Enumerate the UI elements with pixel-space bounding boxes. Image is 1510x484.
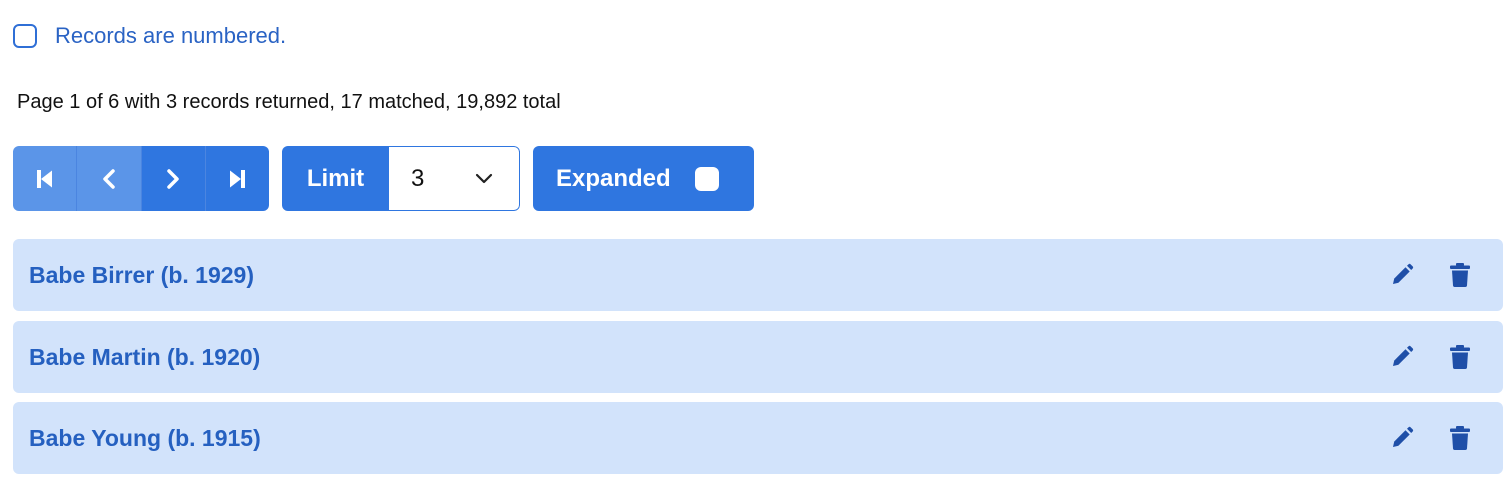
first-page-button[interactable] — [13, 146, 77, 211]
record-name[interactable]: Babe Birrer (b. 1929) — [29, 262, 254, 289]
numbering-toggle[interactable]: Records are numbered. — [13, 23, 286, 49]
delete-button[interactable] — [1447, 344, 1473, 370]
trash-icon — [1450, 426, 1470, 450]
delete-button[interactable] — [1447, 262, 1473, 288]
chevron-down-icon — [475, 173, 493, 183]
next-page-button[interactable] — [140, 146, 205, 211]
expanded-label: Expanded — [556, 164, 671, 192]
numbering-label: Records are numbered. — [55, 23, 287, 48]
page: Records are numbered. Page 1 of 6 with 3… — [0, 0, 1510, 484]
trash-icon — [1450, 345, 1470, 369]
results-summary: Page 1 of 6 with 3 records returned, 17 … — [17, 91, 561, 113]
last-page-icon — [230, 169, 246, 188]
expanded-checkbox[interactable] — [694, 166, 719, 191]
numbering-checkbox[interactable] — [13, 24, 37, 48]
pencil-icon — [1393, 345, 1414, 366]
record-row: Babe Martin (b. 1920) — [13, 321, 1503, 393]
limit-value: 3 — [411, 164, 425, 192]
record-row: Babe Birrer (b. 1929) — [13, 239, 1503, 311]
record-name[interactable]: Babe Martin (b. 1920) — [29, 344, 260, 371]
record-name[interactable]: Babe Young (b. 1915) — [29, 425, 261, 452]
pencil-icon — [1393, 426, 1414, 447]
previous-page-button[interactable] — [76, 146, 141, 211]
delete-button[interactable] — [1447, 425, 1473, 451]
first-page-icon — [36, 169, 52, 188]
limit-label: Limit — [282, 146, 389, 211]
last-page-button[interactable] — [204, 146, 269, 211]
pencil-icon — [1393, 263, 1414, 284]
record-row: Babe Young (b. 1915) — [13, 402, 1503, 474]
chevron-left-icon — [103, 168, 115, 189]
edit-button[interactable] — [1389, 262, 1415, 288]
expanded-toggle[interactable]: Expanded — [533, 146, 754, 211]
chevron-right-icon — [167, 168, 179, 189]
edit-button[interactable] — [1389, 344, 1415, 370]
limit-select[interactable]: 3 — [389, 146, 520, 211]
pagination-group — [13, 146, 269, 211]
trash-icon — [1450, 263, 1470, 287]
limit-control: Limit 3 — [282, 146, 520, 211]
edit-button[interactable] — [1389, 425, 1415, 451]
